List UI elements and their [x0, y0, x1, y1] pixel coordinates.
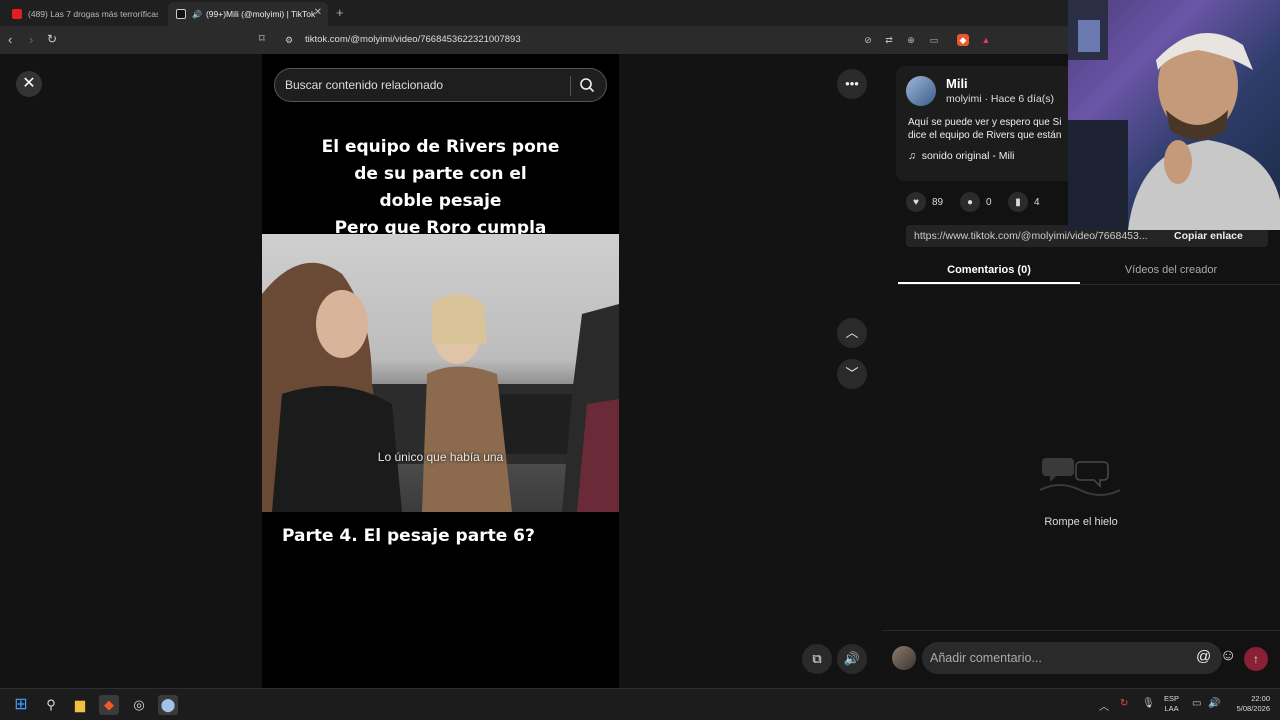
emoji-icon[interactable]: ☺	[1220, 647, 1236, 665]
related-search	[274, 68, 607, 102]
share-link-url[interactable]: https://www.tiktok.com/@molyimi/video/76…	[914, 230, 1148, 242]
translate-icon[interactable]: ⇄	[883, 34, 895, 46]
send-comment-button[interactable]: ↑	[1244, 647, 1268, 671]
site-info-icon[interactable]: ⚙	[285, 35, 293, 46]
previous-video-button[interactable]: ︿	[837, 318, 867, 348]
taskbar: ⊞ ⚲ ▆ ◆ ◎ ⬤ ︿ ↻ 🎙 ESP LAA ▭ 🔊 22:00 5/08…	[0, 688, 1280, 720]
comment-icon: ●	[960, 192, 980, 212]
browser-tab-youtube[interactable]: (489) Las 7 drogas más terroríficas de	[4, 2, 166, 26]
video-viewer: ✕ El equipo de Rivers pone de su parte c…	[0, 54, 882, 688]
tab-creator-videos[interactable]: Vídeos del creador	[1080, 256, 1262, 284]
video-caption-bottom: Parte 4. El pesaje parte 6?	[282, 526, 535, 546]
webcam-scene	[1068, 0, 1280, 230]
empty-comments-text: Rompe el hielo	[1044, 516, 1118, 528]
mention-button[interactable]: @	[1196, 648, 1211, 665]
tray-overflow-icon[interactable]: ︿	[1099, 698, 1109, 713]
comment-divider	[882, 630, 1280, 631]
file-explorer-icon[interactable]: ▆	[70, 695, 90, 715]
display-icon[interactable]: ▭	[1192, 698, 1201, 709]
clock-date: 5/08/2026	[1236, 704, 1270, 713]
tab-divider	[898, 284, 1280, 285]
youtube-icon	[12, 9, 22, 19]
sync-icon[interactable]: ↻	[1120, 698, 1128, 709]
tab-title: (99+)Mili (@molyimi) | TikTok	[205, 9, 316, 19]
sound-link[interactable]: ♫ sonido original - Mili	[908, 150, 1015, 162]
author-name[interactable]: Mili	[946, 76, 968, 91]
video-player[interactable]: El equipo de Rivers pone de su parte con…	[262, 54, 619, 688]
comment-count: 0	[986, 196, 992, 208]
copy-link-button[interactable]: Copiar enlace	[1174, 230, 1243, 242]
language-indicator[interactable]: ESP LAA	[1164, 694, 1179, 714]
video-scene	[262, 262, 619, 512]
sound-label: sonido original - Mili	[921, 150, 1015, 162]
description-line: Aquí se puede ver y espero que Si	[908, 117, 1062, 128]
volume-button[interactable]: 🔊	[837, 644, 867, 674]
brave-browser-icon[interactable]: ◆	[99, 695, 119, 715]
save-button[interactable]: ▮ 4	[1008, 192, 1040, 212]
heart-icon: ♥	[906, 192, 926, 212]
more-options-button[interactable]: •••	[837, 69, 867, 99]
system-clock[interactable]: 22:00 5/08/2026	[1222, 694, 1270, 714]
comment-input[interactable]	[930, 649, 1170, 667]
video-subtitle: Lo único que había una	[377, 450, 504, 464]
forward-button[interactable]: ›	[29, 32, 33, 47]
author-avatar[interactable]	[906, 76, 936, 106]
chat-bubbles-icon	[1040, 458, 1120, 496]
save-count: 4	[1034, 196, 1040, 208]
microphone-icon[interactable]: 🎙	[1142, 698, 1155, 709]
obs-icon[interactable]: ◎	[129, 695, 149, 715]
comment-button[interactable]: ● 0	[960, 192, 992, 212]
back-button[interactable]: ‹	[8, 32, 12, 47]
lang-line: ESP	[1164, 694, 1180, 703]
search-icon[interactable]	[579, 77, 595, 93]
cast-icon[interactable]: ▭	[928, 34, 940, 46]
clock-time: 22:00	[1251, 694, 1270, 703]
like-button[interactable]: ♥ 89	[906, 192, 943, 212]
brave-rewards-icon[interactable]: ▲	[980, 34, 992, 46]
brave-shield-icon[interactable]: ◆	[957, 34, 969, 46]
volume-icon[interactable]: 🔊	[1208, 698, 1220, 709]
camera-off-icon[interactable]: ⊘	[862, 34, 874, 46]
music-note-icon: ♫	[908, 150, 916, 162]
steam-icon[interactable]: ⬤	[158, 695, 178, 715]
webcam-overlay	[1068, 0, 1280, 230]
close-tab-icon[interactable]: ✕	[314, 7, 322, 18]
tab-title: (489) Las 7 drogas más terroríficas de	[28, 9, 158, 19]
user-avatar	[892, 646, 916, 670]
tab-comments[interactable]: Comentarios (0)	[898, 256, 1080, 284]
comment-box: @ ☺	[922, 642, 1236, 674]
zoom-icon[interactable]: ⊕	[905, 34, 917, 46]
speaker-icon[interactable]: 🔊	[192, 10, 202, 19]
bookmark-icon: ▮	[1008, 192, 1028, 212]
video-frame: Lo único que había una	[262, 234, 619, 512]
new-tab-button[interactable]: +	[336, 5, 344, 20]
pip-button[interactable]: ⧉	[802, 644, 832, 674]
search-divider	[570, 76, 571, 96]
start-icon[interactable]: ⊞	[11, 695, 31, 715]
like-count: 89	[932, 196, 944, 208]
post-description: Aquí se puede ver y espero que Si dice e…	[908, 116, 1068, 142]
bookmark-icon[interactable]: ⌑	[259, 32, 265, 45]
search-input[interactable]	[285, 75, 565, 95]
browser-tab-tiktok[interactable]: 🔊 (99+)Mili (@molyimi) | TikTok ✕	[168, 2, 328, 26]
url-field[interactable]: tiktok.com/@molyimi/video/76684536223210…	[305, 34, 521, 45]
next-video-button[interactable]: ﹀	[837, 359, 867, 389]
author-meta: molyimi · Hace 6 día(s)	[946, 93, 1054, 105]
close-viewer-button[interactable]: ✕	[16, 71, 42, 97]
search-icon[interactable]: ⚲	[41, 695, 61, 715]
reload-button[interactable]: ↻	[47, 32, 57, 46]
description-line: dice el equipo de Rivers que están	[908, 130, 1062, 141]
lang-line: LAA	[1164, 704, 1179, 713]
tiktok-icon	[176, 9, 186, 19]
